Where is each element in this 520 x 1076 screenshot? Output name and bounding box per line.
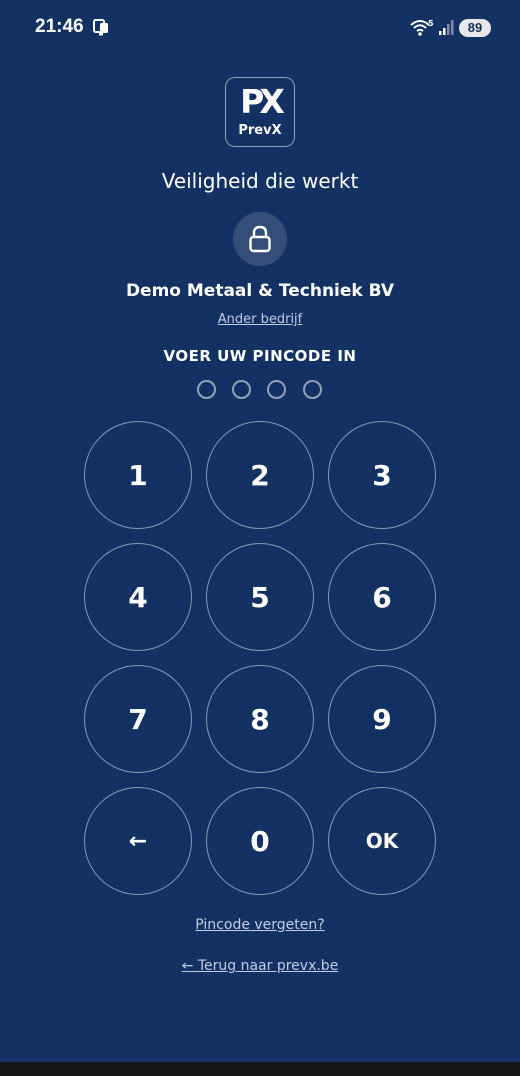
status-bar: 21:46 5 89 [0,0,520,56]
ok-button[interactable]: OK [328,787,436,895]
forgot-pin-link[interactable]: Pincode vergeten? [0,917,520,933]
key-6[interactable]: 6 [328,543,436,651]
other-company-link[interactable]: Ander bedrijf [0,312,520,327]
company-name: Demo Metaal & Techniek BV [125,281,395,301]
backspace-button[interactable]: ← [84,787,192,895]
pin-dot [267,380,286,399]
logo-text: PrevX [238,123,282,138]
tagline: Veiligheid die werkt [161,169,359,193]
key-1[interactable]: 1 [84,421,192,529]
key-8[interactable]: 8 [206,665,314,773]
notification-icon [92,18,110,36]
system-nav-bar [0,1062,520,1076]
wifi-icon: 5 [410,18,434,38]
signal-icon [438,19,456,36]
pin-dot [303,380,322,399]
key-2[interactable]: 2 [206,421,314,529]
svg-text:5: 5 [428,19,434,28]
key-4[interactable]: 4 [84,543,192,651]
key-9[interactable]: 9 [328,665,436,773]
key-0[interactable]: 0 [206,787,314,895]
pin-dot [232,380,251,399]
prevx-logo: PX PrevX [225,77,295,147]
status-time: 21:46 [35,16,84,37]
lock-icon [233,212,287,266]
back-to-site-link[interactable]: ← Terug naar prevx.be [0,958,520,974]
key-3[interactable]: 3 [328,421,436,529]
key-5[interactable]: 5 [206,543,314,651]
battery-icon: 89 [459,19,491,37]
key-7[interactable]: 7 [84,665,192,773]
logo-mark: PX [240,82,285,121]
pin-indicator [197,380,325,400]
pin-label: VOER UW PINCODE IN [163,347,357,365]
pin-dot [197,380,216,399]
